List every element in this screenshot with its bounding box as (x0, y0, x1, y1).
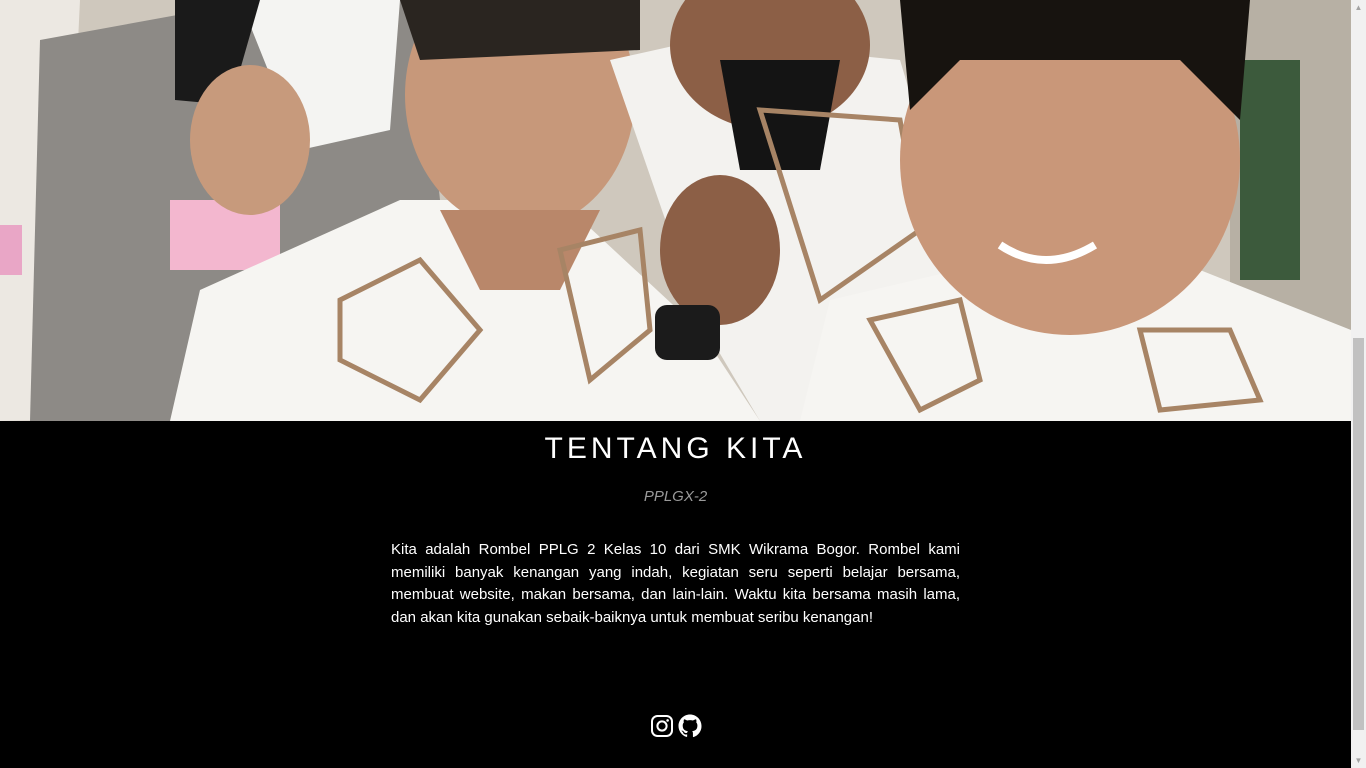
about-description: Kita adalah Rombel PPLG 2 Kelas 10 dari … (391, 541, 960, 626)
about-subtitle: PPLGX-2 (643, 488, 708, 505)
hero-photo (0, 0, 1351, 421)
instagram-icon (651, 715, 673, 737)
vertical-scrollbar[interactable]: ▲ ▼ (1351, 0, 1366, 768)
scrollbar-thumb[interactable] (1353, 338, 1364, 730)
social-links (650, 714, 702, 738)
instagram-link[interactable] (650, 714, 674, 738)
about-title: TENTANG KITA (544, 432, 807, 465)
github-link[interactable] (678, 714, 702, 738)
group-photo-image (0, 0, 1351, 421)
github-icon (678, 714, 702, 738)
about-section: TENTANG KITA PPLGX-2 Kita adalah Rombel … (0, 421, 1351, 768)
scroll-down-arrow-icon[interactable]: ▼ (1351, 753, 1366, 768)
scroll-up-arrow-icon[interactable]: ▲ (1351, 0, 1366, 15)
page: TENTANG KITA PPLGX-2 Kita adalah Rombel … (0, 0, 1351, 768)
